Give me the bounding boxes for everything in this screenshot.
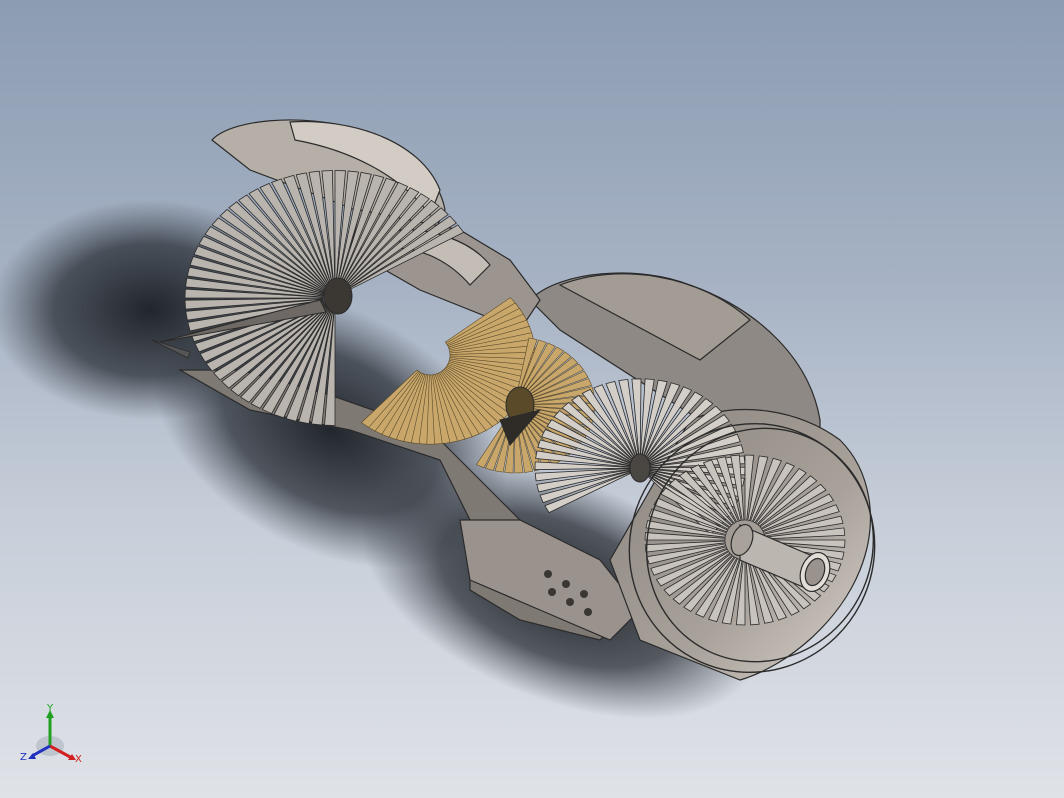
triad-z-label: Z <box>20 752 27 763</box>
triad-x-label: X <box>75 754 82 765</box>
graphics-viewport[interactable]: Y X Z <box>0 0 1064 798</box>
model-cutaway-view[interactable] <box>0 0 1064 798</box>
view-orientation-triad[interactable]: Y X Z <box>20 704 90 774</box>
triad-y-label: Y <box>46 704 54 714</box>
